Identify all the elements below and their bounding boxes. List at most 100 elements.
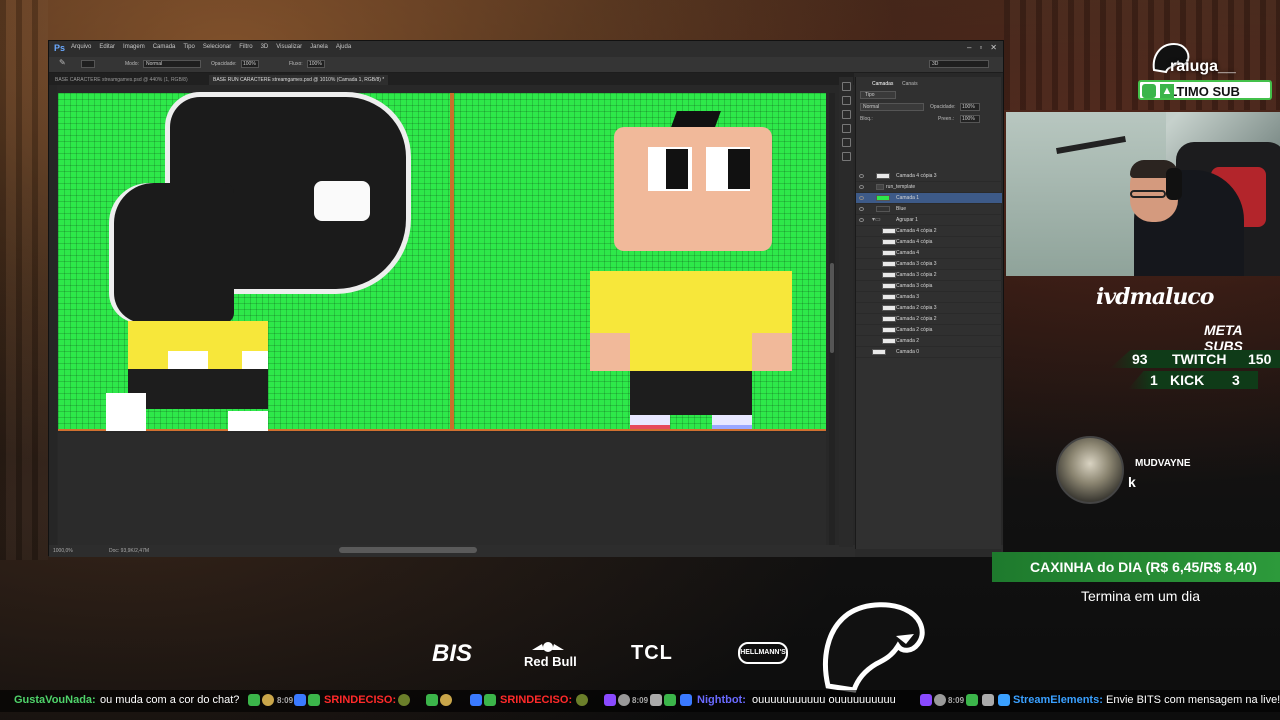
layer-row[interactable]: Camada 4 cópia 3 — [856, 171, 1002, 182]
layer-row[interactable]: Camada 2 cópia 2 — [856, 314, 1002, 325]
layer-name: Agrupar 1 — [896, 217, 918, 223]
menu-item-imagem[interactable]: Imagem — [123, 44, 145, 50]
layer-thumbnail — [882, 316, 896, 322]
menu-item-editar[interactable]: Editar — [99, 44, 115, 50]
emote-icon — [576, 694, 588, 706]
webcam-feed — [1006, 112, 1280, 276]
layer-thumbnail — [882, 294, 896, 300]
history-icon[interactable] — [841, 82, 851, 91]
layer-opacity-input[interactable]: 100% — [960, 103, 980, 111]
eye-icon[interactable] — [859, 207, 864, 211]
minimize-icon[interactable]: – — [967, 43, 971, 52]
twitch-goal: 150 — [1248, 351, 1272, 367]
layer-row-selected[interactable]: Camada 1 — [856, 193, 1002, 204]
layer-row[interactable]: Camada 3 cópia — [856, 281, 1002, 292]
menu-item-arquivo[interactable]: Arquivo — [71, 44, 91, 50]
layer-row[interactable]: Camada 4 cópia — [856, 237, 1002, 248]
tab-canais[interactable]: Canais — [902, 81, 918, 87]
eye-icon[interactable] — [859, 196, 864, 200]
opacity-label: Opacidade: — [211, 61, 237, 67]
scroll-thumb[interactable] — [830, 263, 834, 353]
layer-row[interactable]: Blue — [856, 204, 1002, 215]
chat-username: SRINDECISO: — [324, 694, 397, 706]
alert-message: k — [1128, 474, 1136, 490]
tab-base-run-caractere[interactable]: BASE RUN CARACTERE streamgames.psd @ 101… — [209, 75, 389, 85]
eye-icon[interactable] — [859, 218, 864, 222]
opacity-input[interactable]: 100% — [241, 60, 259, 68]
badge-icon — [470, 694, 482, 706]
badge-icon — [308, 694, 320, 706]
character-icon[interactable] — [841, 110, 851, 119]
layer-row[interactable]: run_template — [856, 182, 1002, 193]
menu-item-tipo[interactable]: Tipo — [183, 44, 194, 50]
avatar-icon — [262, 694, 274, 706]
menu-item-janela[interactable]: Janela — [310, 44, 328, 50]
blend-mode-select[interactable]: Normal — [860, 103, 924, 111]
horizontal-scrollbar[interactable] — [339, 547, 477, 553]
layer-name: Camada 3 cópia 2 — [896, 272, 937, 278]
flow-input[interactable]: 100% — [307, 60, 325, 68]
glasses — [1130, 190, 1166, 198]
brush-size-picker[interactable] — [81, 60, 95, 68]
chat-time: 8:09 — [277, 696, 294, 705]
menu-item-3d[interactable]: 3D — [261, 44, 269, 50]
layer-name: Camada 4 cópia 2 — [896, 228, 937, 234]
layer-name: Camada 1 — [896, 195, 920, 201]
eye-icon[interactable] — [859, 185, 864, 189]
paragraph-icon[interactable] — [841, 124, 851, 133]
window-controls: – ▫ ✕ — [967, 43, 997, 52]
properties-icon[interactable] — [841, 96, 851, 105]
tab-base-caractere[interactable]: BASE CARACTERE streamgames.psd @ 440% (1… — [51, 75, 192, 85]
document-canvas[interactable] — [58, 93, 826, 431]
canvas-divider — [450, 93, 454, 429]
layer-row[interactable]: Camada 4 — [856, 248, 1002, 259]
close-icon[interactable]: ✕ — [990, 43, 997, 52]
maximize-icon[interactable]: ▫ — [979, 43, 982, 52]
layer-row[interactable]: Camada 0 — [856, 347, 1002, 358]
tools-icon[interactable] — [841, 152, 851, 161]
tab-camadas[interactable]: Camadas — [872, 81, 893, 87]
brush-panel-icon[interactable] — [841, 138, 851, 147]
headset — [1166, 168, 1182, 200]
layer-row[interactable]: Camada 3 — [856, 292, 1002, 303]
layer-name: Camada 3 cópia 3 — [896, 261, 937, 267]
mode-select[interactable]: Normal — [143, 60, 201, 68]
eye-icon[interactable] — [859, 174, 864, 178]
mode-label: Modo: — [125, 61, 139, 67]
caxinha-title: CAXINHA do DIA (R$ 6,45/R$ 8,40) — [1030, 559, 1257, 575]
layers-footer — [855, 549, 1001, 557]
menu-item-camada[interactable]: Camada — [153, 44, 176, 50]
layer-row[interactable]: Camada 2 cópia 3 — [856, 303, 1002, 314]
menu-item-selecionar[interactable]: Selecionar — [203, 44, 231, 50]
menu-item-visualizar[interactable]: Visualizar — [276, 44, 302, 50]
layer-row[interactable]: Camada 4 cópia 2 — [856, 226, 1002, 237]
workspace-select[interactable]: 3D — [929, 60, 989, 68]
last-sub-username: raiuga__ — [1170, 58, 1236, 75]
kind-filter-select[interactable]: Tipo — [860, 91, 896, 99]
menu-bar: Ps Arquivo Editar Imagem Camada Tipo Sel… — [49, 41, 1003, 57]
layers-panel: Camadas Canais Tipo Normal Opacidade: 10… — [855, 77, 1002, 551]
layer-thumbnail — [882, 272, 896, 278]
kid-hair-pixel-art — [671, 111, 721, 127]
layer-group-row[interactable]: ▾▭ Agrupar 1 — [856, 215, 1002, 226]
brush-icon[interactable]: ✎ — [59, 58, 66, 67]
kick-label: KICK — [1170, 372, 1205, 388]
kid-pupil-pixel-art — [666, 149, 688, 189]
menu-item-ajuda[interactable]: Ajuda — [336, 44, 351, 50]
layer-row[interactable]: Camada 3 cópia 3 — [856, 259, 1002, 270]
folder-icon: ▾▭ — [872, 217, 881, 223]
vertical-scrollbar[interactable] — [829, 93, 835, 545]
layer-row[interactable]: Camada 2 — [856, 336, 1002, 347]
layer-row[interactable]: Camada 3 cópia 2 — [856, 270, 1002, 281]
zoom-level[interactable]: 1000,0% — [53, 548, 73, 554]
avatar-icon — [934, 694, 946, 706]
badge-icon — [484, 694, 496, 706]
chat-time: 8:09 — [632, 696, 649, 705]
menu-item-filtro[interactable]: Filtro — [239, 44, 252, 50]
layer-row[interactable]: Camada 2 cópia — [856, 325, 1002, 336]
fill-input[interactable]: 100% — [960, 115, 980, 123]
sponsor-redbull-logo: Red Bull — [524, 654, 577, 669]
kick-sub-goal: 1 KICK 3 — [1128, 371, 1258, 389]
chat-message: ouuuuuuuuuuu ouuuuuuuuuu — [752, 694, 896, 706]
layer-thumbnail — [882, 283, 896, 289]
